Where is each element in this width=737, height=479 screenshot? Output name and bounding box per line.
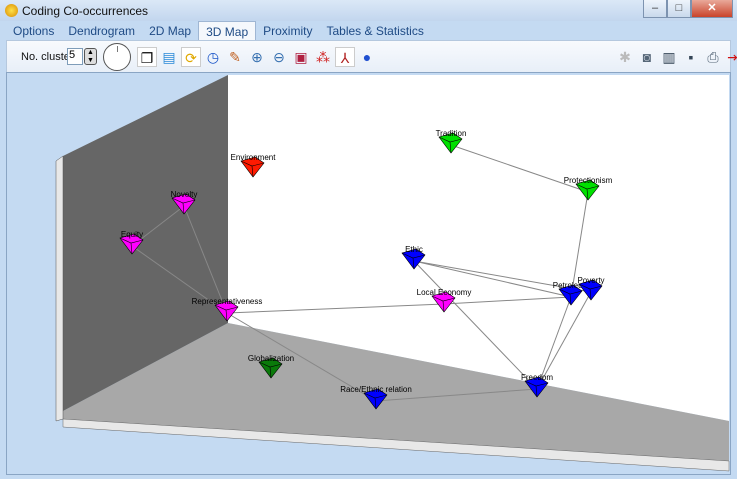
- tab-bar: Options Dendrogram 2D Map 3D Map Proximi…: [6, 21, 431, 41]
- save-icon[interactable]: ▪: [681, 47, 701, 67]
- tree-icon[interactable]: ⅄: [335, 47, 355, 67]
- settings-icon[interactable]: ✱: [615, 47, 635, 67]
- app-icon: [5, 4, 18, 17]
- camera-icon[interactable]: ◙: [637, 47, 657, 67]
- node-label: Local Economy: [417, 288, 472, 297]
- node-label: Globalization: [248, 354, 294, 363]
- node-label: Poverty: [577, 276, 604, 285]
- 3d-map-scene[interactable]: Environment Novelty Equity Representativene…: [7, 73, 731, 475]
- minimize-button[interactable]: –: [643, 0, 667, 18]
- node-label: Representativeness: [192, 297, 263, 306]
- tab-3d-map[interactable]: 3D Map: [198, 21, 257, 41]
- node-label: Ethic: [405, 245, 423, 254]
- exit-icon[interactable]: ⇥: [723, 47, 737, 67]
- 3d-box-icon[interactable]: ❐: [137, 47, 157, 67]
- timer-icon[interactable]: ◷: [203, 47, 223, 67]
- node-label: Tradition: [436, 129, 467, 138]
- left-wall-edge: [55, 155, 64, 422]
- copy-icon[interactable]: ▥: [659, 47, 679, 67]
- tab-proximity[interactable]: Proximity: [256, 21, 319, 40]
- tab-tables-statistics[interactable]: Tables & Statistics: [319, 21, 430, 40]
- node-label: Novelty: [171, 190, 198, 199]
- background-icon[interactable]: ▤: [159, 47, 179, 67]
- tab-2d-map[interactable]: 2D Map: [142, 21, 198, 40]
- rotation-dial[interactable]: [103, 43, 131, 71]
- node-label: Race/Ethnic relation: [340, 385, 412, 394]
- 3d-map-canvas[interactable]: Environment Novelty Equity Representativene…: [6, 72, 731, 475]
- zoom-out-icon[interactable]: ⊖: [269, 47, 289, 67]
- tab-options[interactable]: Options: [6, 21, 61, 40]
- node-label: Freedom: [521, 373, 553, 382]
- scatter-icon[interactable]: ⁂: [313, 47, 333, 67]
- title-bar: Coding Co-occurrences – □ ✕: [0, 0, 737, 21]
- edit-icon[interactable]: ✎: [225, 47, 245, 67]
- rotate-icon[interactable]: ⟳: [181, 47, 201, 67]
- print-icon[interactable]: ⎙: [703, 47, 723, 67]
- window-title: Coding Co-occurrences: [22, 4, 149, 18]
- cube-icon[interactable]: ▣: [291, 47, 311, 67]
- zoom-in-icon[interactable]: ⊕: [247, 47, 267, 67]
- clusters-stepper[interactable]: ▲ ▼: [84, 48, 97, 65]
- clusters-input[interactable]: 5: [67, 48, 83, 65]
- node-label: Environment: [231, 153, 277, 162]
- maximize-button[interactable]: □: [667, 0, 691, 18]
- close-button[interactable]: ✕: [691, 0, 733, 18]
- node-label: Equity: [121, 230, 143, 239]
- node-label: Protectionism: [564, 176, 613, 185]
- tab-dendrogram[interactable]: Dendrogram: [61, 21, 142, 40]
- clusters-icon[interactable]: ●: [357, 47, 377, 67]
- toolbar: No. clusters: 5 ▲ ▼ ❐ ▤ ⟳ ◷ ✎ ⊕ ⊖ ▣ ⁂ ⅄ ●…: [6, 40, 737, 72]
